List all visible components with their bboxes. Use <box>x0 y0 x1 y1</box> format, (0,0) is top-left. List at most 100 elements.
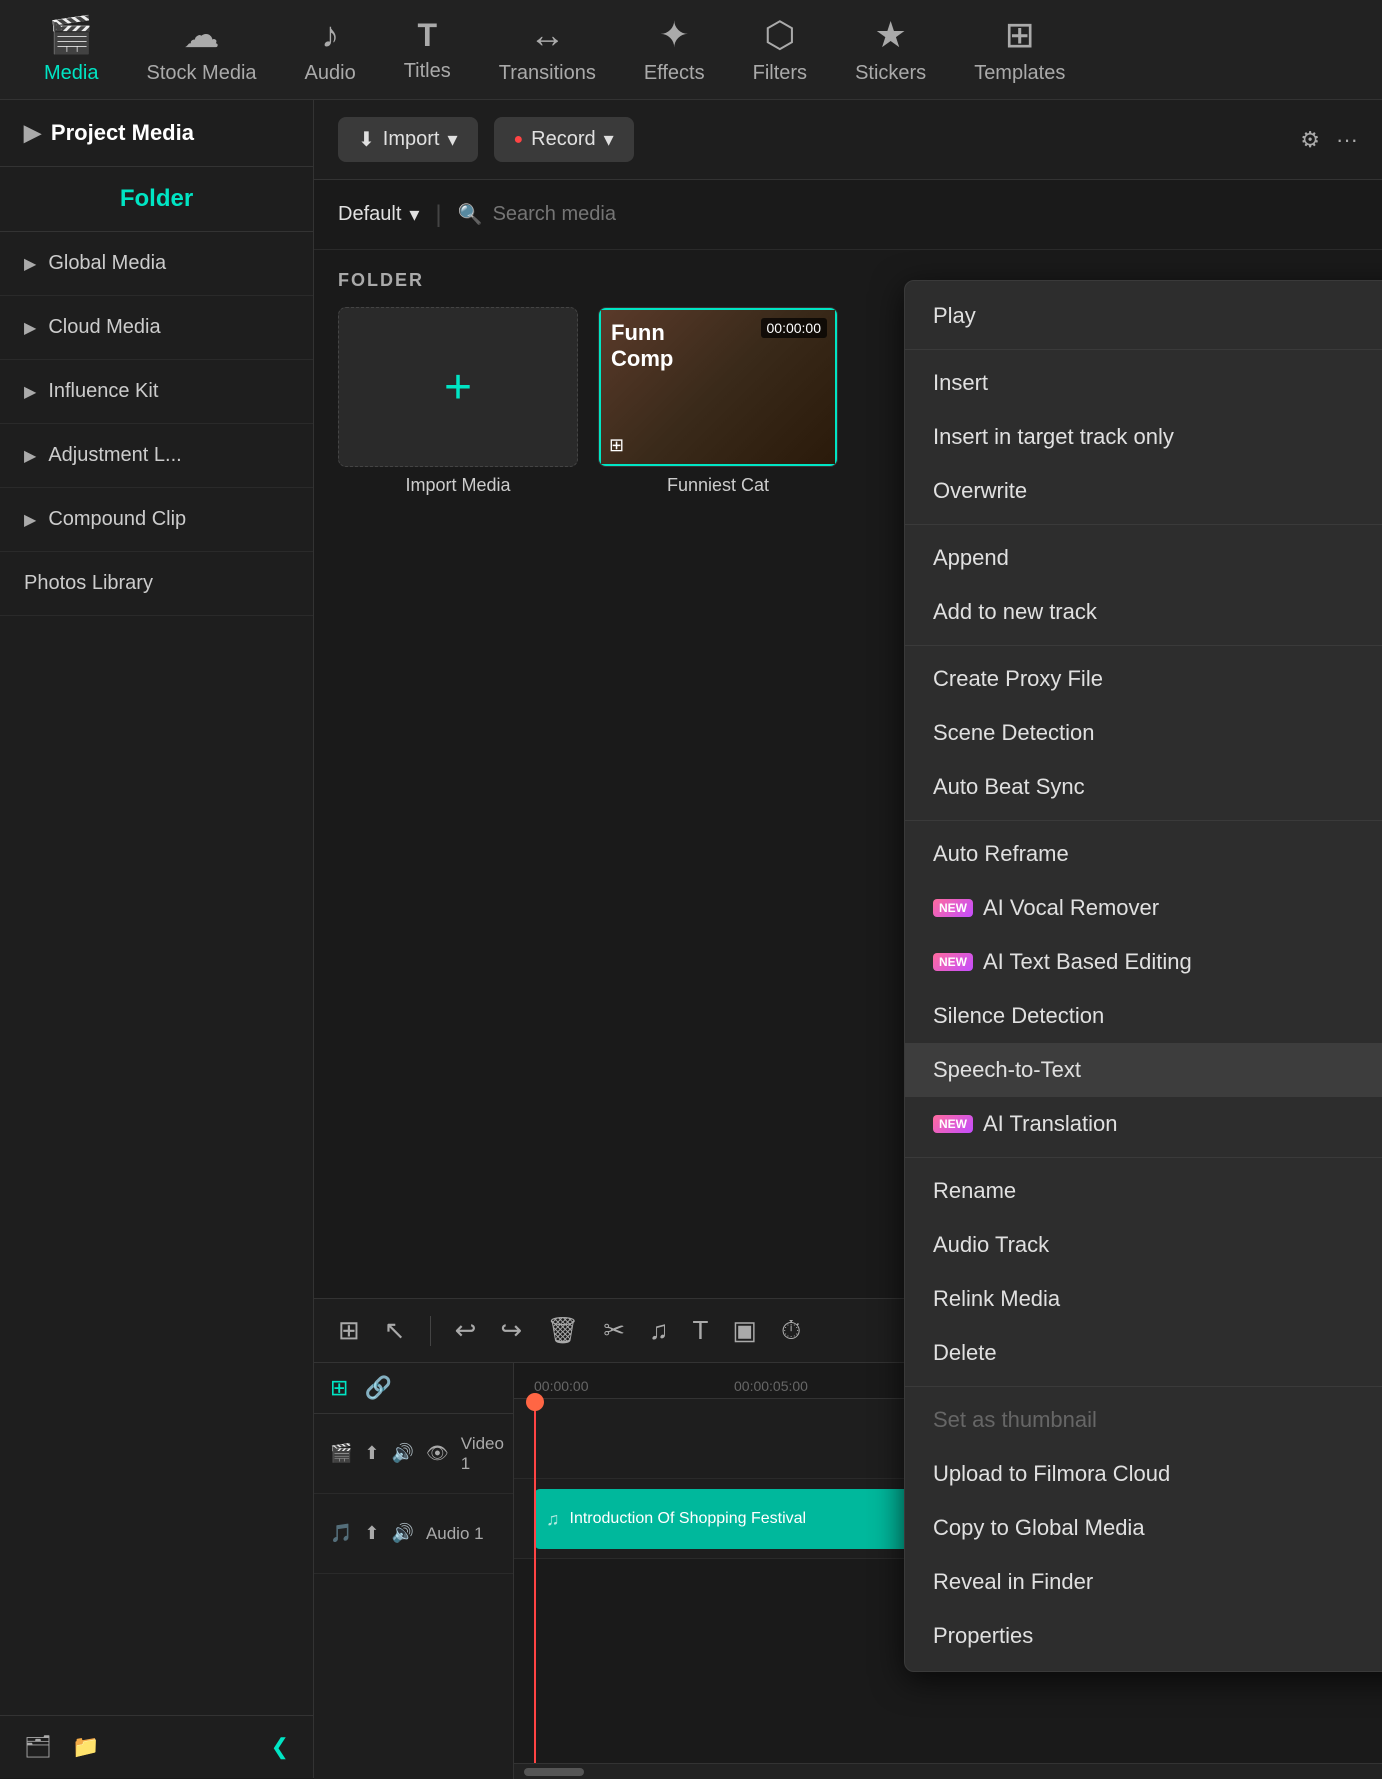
ctx-reveal-finder[interactable]: Reveal in Finder ⇧⌘R <box>905 1555 1382 1609</box>
ruler-mark-5: 00:00:05:00 <box>734 1378 808 1394</box>
ctx-ai-text-editing[interactable]: NEW AI Text Based Editing <box>905 935 1382 989</box>
audio-clip-label: Introduction Of Shopping Festival <box>570 1510 807 1528</box>
nav-item-titles[interactable]: T Titles <box>380 7 475 93</box>
speed-tool-icon[interactable]: ⏱ <box>781 1315 801 1347</box>
import-media-label: Import Media <box>405 475 510 496</box>
record-button[interactable]: ● Record ▾ <box>494 117 634 162</box>
ctx-create-proxy[interactable]: Create Proxy File <box>905 652 1382 706</box>
ruler-mark-0: 00:00:00 <box>534 1378 589 1394</box>
ctx-delete[interactable]: Delete ⌫ <box>905 1326 1382 1380</box>
audio-mute-icon[interactable]: 🔊 <box>392 1443 414 1464</box>
text-tool-icon[interactable]: T <box>693 1315 709 1346</box>
content-area: ⬇ Import ▾ ● Record ▾ ⚙ ··· Default ▾ <box>314 100 1382 1778</box>
ctx-overwrite[interactable]: Overwrite ⇧⌘O <box>905 464 1382 518</box>
audio-export-icon[interactable]: ⬆ <box>364 1523 379 1544</box>
nav-item-filters[interactable]: ⬡ Filters <box>729 4 831 95</box>
sidebar-collapse-button[interactable]: ❮ <box>271 1734 289 1760</box>
ctx-relink-media[interactable]: Relink Media <box>905 1272 1382 1326</box>
select-tool-icon[interactable]: ↖ <box>384 1315 406 1346</box>
add-folder-icon[interactable]: 📁 <box>72 1734 99 1760</box>
import-media-thumb[interactable]: + <box>338 307 578 467</box>
sidebar-item-global-media[interactable]: ▶ Global Media <box>0 232 313 296</box>
scrollbar-thumb[interactable] <box>524 1768 584 1776</box>
transitions-icon: ↔ <box>529 14 565 56</box>
audio-track-label: Audio 1 <box>426 1524 484 1544</box>
video-thumb-funniest-cat[interactable]: FunnComp 00:00:00 ⊞ <box>598 307 838 467</box>
nav-item-effects[interactable]: ✦ Effects <box>620 4 729 95</box>
timeline-actions: ⊞ 🔗 <box>314 1363 513 1414</box>
sidebar-action-icons: 🗂 📁 <box>24 1734 99 1760</box>
chevron-right-icon: ▶ <box>24 510 36 530</box>
sidebar-item-photos-library[interactable]: Photos Library <box>0 552 313 616</box>
video-overlay-text: FunnComp <box>611 320 673 373</box>
search-input-wrap: 🔍 <box>458 202 1358 227</box>
search-icon: 🔍 <box>458 202 483 227</box>
new-badge-vocal: NEW <box>933 899 973 917</box>
search-input[interactable] <box>493 203 1358 226</box>
grid-view-icon[interactable]: ⊞ <box>338 1315 360 1346</box>
new-folder-icon[interactable]: 🗂 <box>24 1734 52 1760</box>
search-dropdown[interactable]: Default ▾ <box>338 202 419 227</box>
ctx-rename[interactable]: Rename F2 <box>905 1164 1382 1218</box>
nav-item-stock-media[interactable]: ☁ Stock Media <box>122 4 280 95</box>
export-icon[interactable]: ⬆ <box>364 1443 379 1464</box>
sidebar-item-influence-kit[interactable]: ▶ Influence Kit <box>0 360 313 424</box>
ctx-upload-cloud[interactable]: Upload to Filmora Cloud <box>905 1447 1382 1501</box>
link-icon[interactable]: 🔗 <box>364 1375 391 1401</box>
filters-icon: ⬡ <box>764 14 795 56</box>
cut-icon[interactable]: ✂ <box>603 1315 625 1346</box>
nav-item-transitions[interactable]: ↔ Transitions <box>475 4 620 95</box>
sidebar-item-compound-clip[interactable]: ▶ Compound Clip <box>0 488 313 552</box>
ctx-play[interactable]: Play <box>905 289 1382 343</box>
import-button[interactable]: ⬇ Import ▾ <box>338 117 478 162</box>
undo-icon[interactable]: ↩ <box>455 1315 477 1346</box>
ctx-insert-target[interactable]: Insert in target track only <box>905 410 1382 464</box>
ctx-silence-detection[interactable]: Silence Detection <box>905 989 1382 1043</box>
audio-tool-icon[interactable]: ♫ <box>649 1315 669 1346</box>
record-dot-icon: ● <box>514 131 524 149</box>
ctx-ai-translation[interactable]: NEW AI Translation <box>905 1097 1382 1151</box>
ctx-properties[interactable]: Properties <box>905 1609 1382 1663</box>
chevron-right-icon: ▶ <box>24 254 36 274</box>
visibility-icon[interactable]: 👁 <box>426 1443 449 1464</box>
video-thumbnail-image: FunnComp 00:00:00 ⊞ <box>599 308 837 466</box>
stickers-icon: ★ <box>874 14 906 56</box>
ctx-copy-global[interactable]: Copy to Global Media <box>905 1501 1382 1555</box>
ctx-speech-to-text[interactable]: Speech-to-Text <box>905 1043 1382 1097</box>
sidebar-item-cloud-media[interactable]: ▶ Cloud Media <box>0 296 313 360</box>
nav-item-templates[interactable]: ⊞ Templates <box>950 4 1089 95</box>
audio-volume-icon[interactable]: 🔊 <box>392 1523 414 1544</box>
redo-icon[interactable]: ↪ <box>500 1315 522 1346</box>
nav-item-audio[interactable]: ♪ Audio <box>281 4 380 95</box>
ctx-auto-reframe[interactable]: Auto Reframe <box>905 827 1382 881</box>
video-timer: 00:00:00 <box>761 318 828 338</box>
timeline-scrollbar[interactable] <box>514 1763 1382 1779</box>
media-icon: 🎬 <box>49 14 94 56</box>
search-bar: Default ▾ | 🔍 <box>314 180 1382 250</box>
new-badge-text: NEW <box>933 953 973 971</box>
ctx-auto-beat-sync[interactable]: Auto Beat Sync <box>905 760 1382 814</box>
import-dropdown-icon: ▾ <box>447 127 457 152</box>
video-type-icon: ⊞ <box>609 435 624 456</box>
video-track-header: 🎬 ⬆ 🔊 👁 Video 1 <box>314 1414 513 1494</box>
delete-icon[interactable]: 🗑 <box>546 1315 579 1346</box>
search-divider: | <box>435 201 441 229</box>
ctx-scene-detection[interactable]: Scene Detection <box>905 706 1382 760</box>
add-track-icon[interactable]: ⊞ <box>330 1375 348 1401</box>
ctx-insert[interactable]: Insert ⇧⌘I <box>905 356 1382 410</box>
more-icon[interactable]: ··· <box>1336 127 1358 153</box>
video-track-label: Video 1 <box>461 1434 504 1474</box>
video-track-icon: 🎬 <box>330 1443 352 1464</box>
filter-icon[interactable]: ⚙ <box>1300 127 1320 153</box>
sidebar-header: ▶ Project Media <box>0 100 313 167</box>
ctx-append[interactable]: Append <box>905 531 1382 585</box>
sidebar-item-adjustment-layer[interactable]: ▶ Adjustment L... <box>0 424 313 488</box>
nav-item-stickers[interactable]: ★ Stickers <box>831 4 950 95</box>
audio-track-header: 🎵 ⬆ 🔊 Audio 1 <box>314 1494 513 1574</box>
crop-tool-icon[interactable]: ▣ <box>732 1315 757 1346</box>
ctx-audio-track[interactable]: Audio Track ▶ <box>905 1218 1382 1272</box>
main-layout: ▶ Project Media Folder ▶ Global Media ▶ … <box>0 100 1382 1778</box>
ctx-ai-vocal-remover[interactable]: NEW AI Vocal Remover <box>905 881 1382 935</box>
nav-item-media[interactable]: 🎬 Media <box>20 4 122 95</box>
ctx-add-new-track[interactable]: Add to new track <box>905 585 1382 639</box>
